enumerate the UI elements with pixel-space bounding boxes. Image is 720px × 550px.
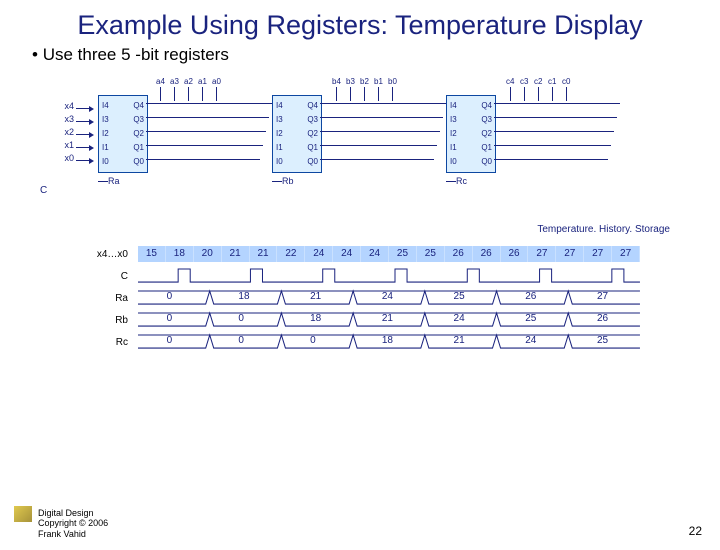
bullet-text: • Use three 5 -bit registers	[32, 45, 720, 65]
register-ra: I4Q4 I3Q3 I2Q2 I1Q1 I0Q0	[98, 95, 148, 173]
footer-credits: Digital DesignCopyright © 2006Frank Vahi…	[38, 508, 108, 540]
rb-label: Rb	[282, 176, 294, 186]
input-x2: x2	[50, 127, 74, 137]
register-rb: I4Q4 I3Q3 I2Q2 I1Q1 I0Q0	[272, 95, 322, 173]
register-rc: I4Q4 I3Q3 I2Q2 I1Q1 I0Q0	[446, 95, 496, 173]
input-x0: x0	[50, 153, 74, 163]
input-x4: x4	[50, 101, 74, 111]
rb-waveform-row: Rb 001821242526	[80, 309, 640, 331]
clock-waveform	[138, 266, 640, 286]
rc-label: Rc	[456, 176, 467, 186]
stream-values: 151820212122242424252526262627272727	[138, 246, 640, 262]
stream-label: x4…x0	[80, 249, 128, 260]
rc-waveform-row: Rc 00018212425	[80, 331, 640, 353]
ra-label: Ra	[108, 176, 120, 186]
clock-label: C	[40, 185, 47, 196]
logo-icon	[14, 506, 32, 522]
timing-diagram: x4…x0 1518202121222424242525262626272727…	[80, 243, 640, 353]
input-x3: x3	[50, 114, 74, 124]
register-diagram: x4 x3 x2 x1 x0 C I4Q4 I3Q3 I2Q2 I1Q1 I0Q…	[50, 77, 670, 217]
page-number: 22	[689, 524, 702, 538]
slide-title: Example Using Registers: Temperature Dis…	[0, 10, 720, 41]
clock-row-label: C	[80, 271, 128, 282]
input-x1: x1	[50, 140, 74, 150]
ra-waveform-row: Ra 0182124252627	[80, 287, 640, 309]
diagram-subtitle: Temperature. History. Storage	[537, 224, 670, 235]
